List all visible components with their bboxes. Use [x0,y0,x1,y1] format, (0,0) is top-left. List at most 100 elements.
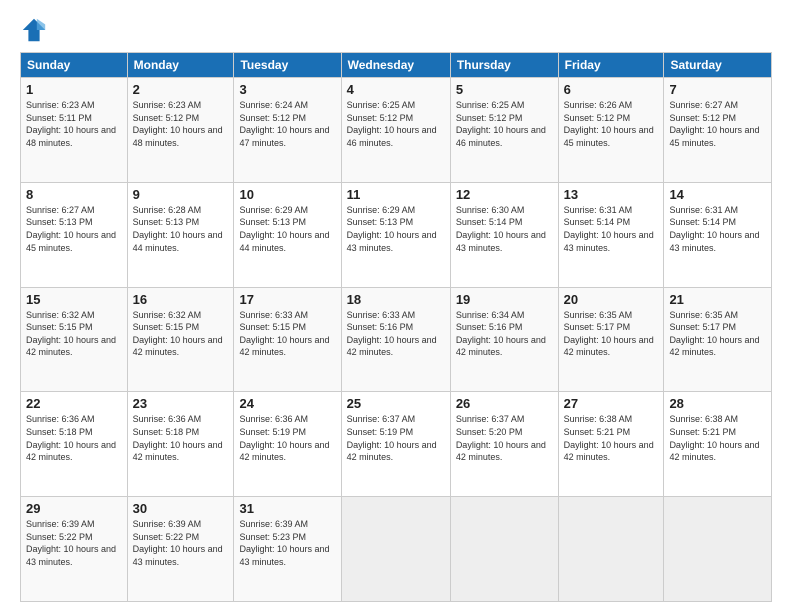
calendar-cell: 24 Sunrise: 6:36 AMSunset: 5:19 PMDayligh… [234,392,341,497]
header-cell-saturday: Saturday [664,53,772,78]
day-info: Sunrise: 6:39 AMSunset: 5:23 PMDaylight:… [239,518,335,568]
day-number: 23 [133,396,229,411]
day-info: Sunrise: 6:24 AMSunset: 5:12 PMDaylight:… [239,99,335,149]
calendar-cell: 12Sunrise: 6:30 AMSunset: 5:14 PMDayligh… [450,182,558,287]
calendar-cell: 1 Sunrise: 6:23 AMSunset: 5:11 PMDaylight… [21,78,128,183]
header-cell-sunday: Sunday [21,53,128,78]
calendar-cell: 5 Sunrise: 6:25 AMSunset: 5:12 PMDaylight… [450,78,558,183]
day-info: Sunrise: 6:31 AMSunset: 5:14 PMDaylight:… [669,204,766,254]
day-info: Sunrise: 6:34 AMSunset: 5:16 PMDaylight:… [456,309,553,359]
day-info: Sunrise: 6:33 AMSunset: 5:15 PMDaylight:… [239,309,335,359]
calendar-cell: 21 Sunrise: 6:35 AMSunset: 5:17 PMDayligh… [664,287,772,392]
day-number: 21 [669,292,766,307]
calendar-header: SundayMondayTuesdayWednesdayThursdayFrid… [21,53,772,78]
day-info: Sunrise: 6:35 AMSunset: 5:17 PMDaylight:… [669,309,766,359]
calendar-cell [341,497,450,602]
day-number: 10 [239,187,335,202]
day-number: 15 [26,292,122,307]
day-number: 14 [669,187,766,202]
day-number: 29 [26,501,122,516]
day-info: Sunrise: 6:36 AMSunset: 5:18 PMDaylight:… [26,413,122,463]
day-info: Sunrise: 6:36 AMSunset: 5:19 PMDaylight:… [239,413,335,463]
calendar-cell [450,497,558,602]
day-info: Sunrise: 6:28 AMSunset: 5:13 PMDaylight:… [133,204,229,254]
calendar-cell: 31 Sunrise: 6:39 AMSunset: 5:23 PMDayligh… [234,497,341,602]
day-number: 12 [456,187,553,202]
calendar-cell: 8 Sunrise: 6:27 AMSunset: 5:13 PMDaylight… [21,182,128,287]
day-number: 11 [347,187,445,202]
day-number: 16 [133,292,229,307]
day-number: 13 [564,187,659,202]
calendar-cell: 23 Sunrise: 6:36 AMSunset: 5:18 PMDayligh… [127,392,234,497]
calendar-cell: 22Sunrise: 6:36 AMSunset: 5:18 PMDayligh… [21,392,128,497]
day-info: Sunrise: 6:39 AMSunset: 5:22 PMDaylight:… [26,518,122,568]
calendar-cell: 30Sunrise: 6:39 AMSunset: 5:22 PMDayligh… [127,497,234,602]
calendar-cell: 10 Sunrise: 6:29 AMSunset: 5:13 PMDayligh… [234,182,341,287]
calendar-week: 15 Sunrise: 6:32 AMSunset: 5:15 PMDayligh… [21,287,772,392]
day-number: 5 [456,82,553,97]
calendar-cell: 25Sunrise: 6:37 AMSunset: 5:19 PMDayligh… [341,392,450,497]
calendar-cell: 13Sunrise: 6:31 AMSunset: 5:14 PMDayligh… [558,182,664,287]
day-number: 3 [239,82,335,97]
day-number: 1 [26,82,122,97]
day-number: 19 [456,292,553,307]
day-info: Sunrise: 6:23 AMSunset: 5:11 PMDaylight:… [26,99,122,149]
day-info: Sunrise: 6:32 AMSunset: 5:15 PMDaylight:… [133,309,229,359]
calendar-cell [664,497,772,602]
day-number: 17 [239,292,335,307]
page: SundayMondayTuesdayWednesdayThursdayFrid… [0,0,792,612]
calendar-cell: 20 Sunrise: 6:35 AMSunset: 5:17 PMDayligh… [558,287,664,392]
day-number: 26 [456,396,553,411]
day-number: 7 [669,82,766,97]
day-number: 18 [347,292,445,307]
calendar-cell [558,497,664,602]
day-number: 24 [239,396,335,411]
calendar-cell: 2Sunrise: 6:23 AMSunset: 5:12 PMDaylight… [127,78,234,183]
calendar-cell: 19 Sunrise: 6:34 AMSunset: 5:16 PMDayligh… [450,287,558,392]
calendar-cell: 26 Sunrise: 6:37 AMSunset: 5:20 PMDayligh… [450,392,558,497]
day-info: Sunrise: 6:38 AMSunset: 5:21 PMDaylight:… [669,413,766,463]
top-section [20,16,772,44]
day-number: 9 [133,187,229,202]
day-number: 6 [564,82,659,97]
day-number: 4 [347,82,445,97]
header-cell-friday: Friday [558,53,664,78]
day-info: Sunrise: 6:35 AMSunset: 5:17 PMDaylight:… [564,309,659,359]
calendar-week: 29 Sunrise: 6:39 AMSunset: 5:22 PMDayligh… [21,497,772,602]
calendar-cell: 11Sunrise: 6:29 AMSunset: 5:13 PMDayligh… [341,182,450,287]
day-info: Sunrise: 6:33 AMSunset: 5:16 PMDaylight:… [347,309,445,359]
day-number: 28 [669,396,766,411]
header-cell-thursday: Thursday [450,53,558,78]
calendar-cell: 29 Sunrise: 6:39 AMSunset: 5:22 PMDayligh… [21,497,128,602]
day-number: 31 [239,501,335,516]
day-number: 8 [26,187,122,202]
header-cell-monday: Monday [127,53,234,78]
day-info: Sunrise: 6:37 AMSunset: 5:20 PMDaylight:… [456,413,553,463]
day-info: Sunrise: 6:29 AMSunset: 5:13 PMDaylight:… [239,204,335,254]
calendar-week: 1 Sunrise: 6:23 AMSunset: 5:11 PMDaylight… [21,78,772,183]
day-number: 27 [564,396,659,411]
day-info: Sunrise: 6:25 AMSunset: 5:12 PMDaylight:… [456,99,553,149]
day-info: Sunrise: 6:27 AMSunset: 5:13 PMDaylight:… [26,204,122,254]
calendar-cell: 14 Sunrise: 6:31 AMSunset: 5:14 PMDayligh… [664,182,772,287]
header-row: SundayMondayTuesdayWednesdayThursdayFrid… [21,53,772,78]
calendar-table: SundayMondayTuesdayWednesdayThursdayFrid… [20,52,772,602]
day-number: 20 [564,292,659,307]
calendar-cell: 15Sunrise: 6:32 AMSunset: 5:15 PMDayligh… [21,287,128,392]
header-cell-tuesday: Tuesday [234,53,341,78]
day-info: Sunrise: 6:37 AMSunset: 5:19 PMDaylight:… [347,413,445,463]
day-info: Sunrise: 6:38 AMSunset: 5:21 PMDaylight:… [564,413,659,463]
calendar-body: 1 Sunrise: 6:23 AMSunset: 5:11 PMDaylight… [21,78,772,602]
logo [20,16,52,44]
calendar-week: 22Sunrise: 6:36 AMSunset: 5:18 PMDayligh… [21,392,772,497]
calendar-cell: 6 Sunrise: 6:26 AMSunset: 5:12 PMDaylight… [558,78,664,183]
day-info: Sunrise: 6:36 AMSunset: 5:18 PMDaylight:… [133,413,229,463]
calendar-cell: 16 Sunrise: 6:32 AMSunset: 5:15 PMDayligh… [127,287,234,392]
calendar-cell: 17 Sunrise: 6:33 AMSunset: 5:15 PMDayligh… [234,287,341,392]
calendar-cell: 7Sunrise: 6:27 AMSunset: 5:12 PMDaylight… [664,78,772,183]
day-info: Sunrise: 6:25 AMSunset: 5:12 PMDaylight:… [347,99,445,149]
day-number: 2 [133,82,229,97]
day-number: 30 [133,501,229,516]
day-info: Sunrise: 6:26 AMSunset: 5:12 PMDaylight:… [564,99,659,149]
calendar-cell: 9 Sunrise: 6:28 AMSunset: 5:13 PMDaylight… [127,182,234,287]
